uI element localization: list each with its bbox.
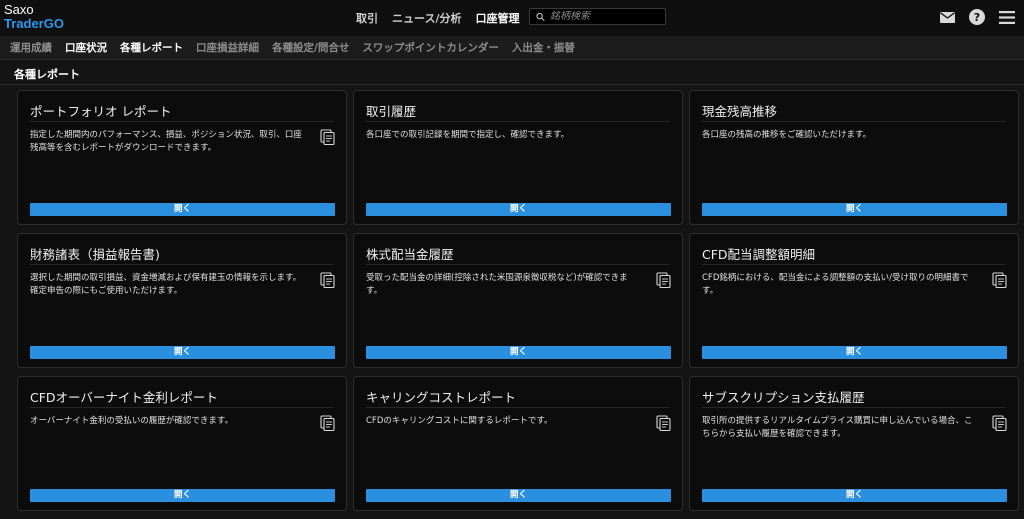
card-title: 現金残高推移 bbox=[702, 104, 778, 119]
tab-account-status[interactable]: 口座状況 bbox=[65, 40, 107, 55]
tab-swap-calendar[interactable]: スワップポイントカレンダー bbox=[362, 40, 499, 55]
report-card-cfd-dividend-adjustment: CFD配当調整額明細 CFD銘柄における、配当金による調整額の支払い/受け取りの… bbox=[689, 233, 1019, 368]
open-button[interactable]: 開く bbox=[366, 489, 671, 502]
card-description: オーバーナイト金利の受払いの履歴が確認できます。 bbox=[30, 416, 234, 426]
report-card-financial-statement: 財務諸表（損益報告書) 選択した期間の取引損益、資金増減および保有建玉の情報を示… bbox=[17, 233, 347, 368]
report-card-cfd-overnight-interest: CFDオーバーナイト金利レポート オーバーナイト金利の受払いの履歴が確認できます… bbox=[17, 376, 347, 511]
svg-text:?: ? bbox=[974, 11, 980, 24]
report-card-cash-balance: 現金残高推移 各口座の残高の推移をご確認いただけます。 開く bbox=[689, 90, 1019, 225]
card-description: 各口座の残高の推移をご確認いただけます。 bbox=[702, 130, 872, 140]
report-card-subscription-payments: サブスクリプション支払履歴 取引所の提供するリアルタイムプライス購買に申し込んで… bbox=[689, 376, 1019, 511]
open-button[interactable]: 開く bbox=[366, 203, 671, 216]
report-card-trade-history: 取引履歴 各口座での取引記録を期間で指定し、確認できます。 開く bbox=[353, 90, 683, 225]
card-divider bbox=[702, 121, 1006, 122]
card-description: 各口座での取引記録を期間で指定し、確認できます。 bbox=[366, 130, 570, 140]
card-description: 受取った配当金の詳細(控除された米国源泉徴収税など)が確認できます。 bbox=[366, 273, 628, 296]
sub-nav: 運用成績 口座状況 各種レポート 口座損益詳細 各種設定/問合せ スワップポイン… bbox=[0, 36, 1024, 60]
card-divider bbox=[30, 264, 334, 265]
top-nav-news[interactable]: ニュース/分析 bbox=[392, 10, 461, 26]
top-nav: 取引 ニュース/分析 口座管理 bbox=[356, 10, 519, 26]
open-button[interactable]: 開く bbox=[702, 346, 1007, 359]
open-button[interactable]: 開く bbox=[366, 346, 671, 359]
card-title: 取引履歴 bbox=[366, 104, 417, 119]
top-icons: ? bbox=[938, 8, 1016, 26]
document-stack-icon bbox=[320, 415, 335, 431]
tab-deposit-transfer[interactable]: 入出金・振替 bbox=[512, 40, 575, 55]
help-icon[interactable]: ? bbox=[968, 8, 986, 26]
document-stack-icon bbox=[320, 129, 335, 145]
search-input[interactable] bbox=[550, 11, 665, 22]
top-nav-account[interactable]: 口座管理 bbox=[475, 10, 519, 26]
card-description: 取引所の提供するリアルタイムプライス購買に申し込んでいる場合、こちらから支払い履… bbox=[702, 416, 973, 439]
tab-performance[interactable]: 運用成績 bbox=[10, 40, 52, 55]
card-title: 財務諸表（損益報告書) bbox=[30, 247, 160, 262]
card-title: サブスクリプション支払履歴 bbox=[702, 390, 865, 405]
section-divider bbox=[0, 84, 1024, 85]
document-stack-icon bbox=[656, 415, 671, 431]
card-divider bbox=[702, 264, 1006, 265]
open-button[interactable]: 開く bbox=[30, 203, 335, 216]
card-divider bbox=[30, 121, 334, 122]
brand-logo[interactable]: Saxo TraderGO bbox=[4, 3, 64, 31]
document-stack-icon bbox=[992, 272, 1007, 288]
card-description: CFDのキャリングコストに関するレポートです。 bbox=[366, 416, 553, 426]
tab-reports[interactable]: 各種レポート bbox=[120, 40, 183, 55]
open-button[interactable]: 開く bbox=[30, 489, 335, 502]
document-stack-icon bbox=[992, 415, 1007, 431]
tab-settings-inquiry[interactable]: 各種設定/問合せ bbox=[272, 40, 349, 55]
hamburger-menu-icon[interactable] bbox=[998, 8, 1016, 26]
card-title: CFDオーバーナイト金利レポート bbox=[30, 390, 218, 405]
brand-line2: TraderGO bbox=[4, 16, 64, 31]
card-description: 選択した期間の取引損益、資金増減および保有建玉の情報を示します。確定申告の際にも… bbox=[30, 273, 302, 296]
card-description: 指定した期間内のパフォーマンス、損益、ポジション状況、取引、口座残高等を含むレポ… bbox=[30, 130, 302, 153]
open-button[interactable]: 開く bbox=[30, 346, 335, 359]
card-title: キャリングコストレポート bbox=[366, 390, 517, 405]
search-icon bbox=[536, 12, 545, 21]
section-title: 各種レポート bbox=[14, 68, 80, 81]
report-card-portfolio: ポートフォリオ レポート 指定した期間内のパフォーマンス、損益、ポジション状況、… bbox=[17, 90, 347, 225]
card-divider bbox=[366, 407, 670, 408]
report-card-carrying-cost: キャリングコストレポート CFDのキャリングコストに関するレポートです。 開く bbox=[353, 376, 683, 511]
card-divider bbox=[30, 407, 334, 408]
card-divider bbox=[702, 407, 1006, 408]
card-divider bbox=[366, 264, 670, 265]
report-card-dividend-history: 株式配当金履歴 受取った配当金の詳細(控除された米国源泉徴収税など)が確認できま… bbox=[353, 233, 683, 368]
open-button[interactable]: 開く bbox=[702, 489, 1007, 502]
card-divider bbox=[366, 121, 670, 122]
mail-icon[interactable] bbox=[938, 8, 956, 26]
top-nav-trade[interactable]: 取引 bbox=[356, 10, 378, 26]
document-stack-icon bbox=[656, 272, 671, 288]
card-title: CFD配当調整額明細 bbox=[702, 247, 816, 262]
document-stack-icon bbox=[320, 272, 335, 288]
top-bar: Saxo TraderGO 取引 ニュース/分析 口座管理 ? bbox=[0, 0, 1024, 36]
card-title: 株式配当金履歴 bbox=[366, 247, 454, 262]
brand-line1: Saxo bbox=[4, 2, 34, 17]
card-description: CFD銘柄における、配当金による調整額の支払い/受け取りの明細書です。 bbox=[702, 273, 969, 296]
card-title: ポートフォリオ レポート bbox=[30, 104, 172, 119]
open-button[interactable]: 開く bbox=[702, 203, 1007, 216]
tab-pl-details[interactable]: 口座損益詳細 bbox=[196, 40, 259, 55]
search-box bbox=[529, 8, 666, 25]
